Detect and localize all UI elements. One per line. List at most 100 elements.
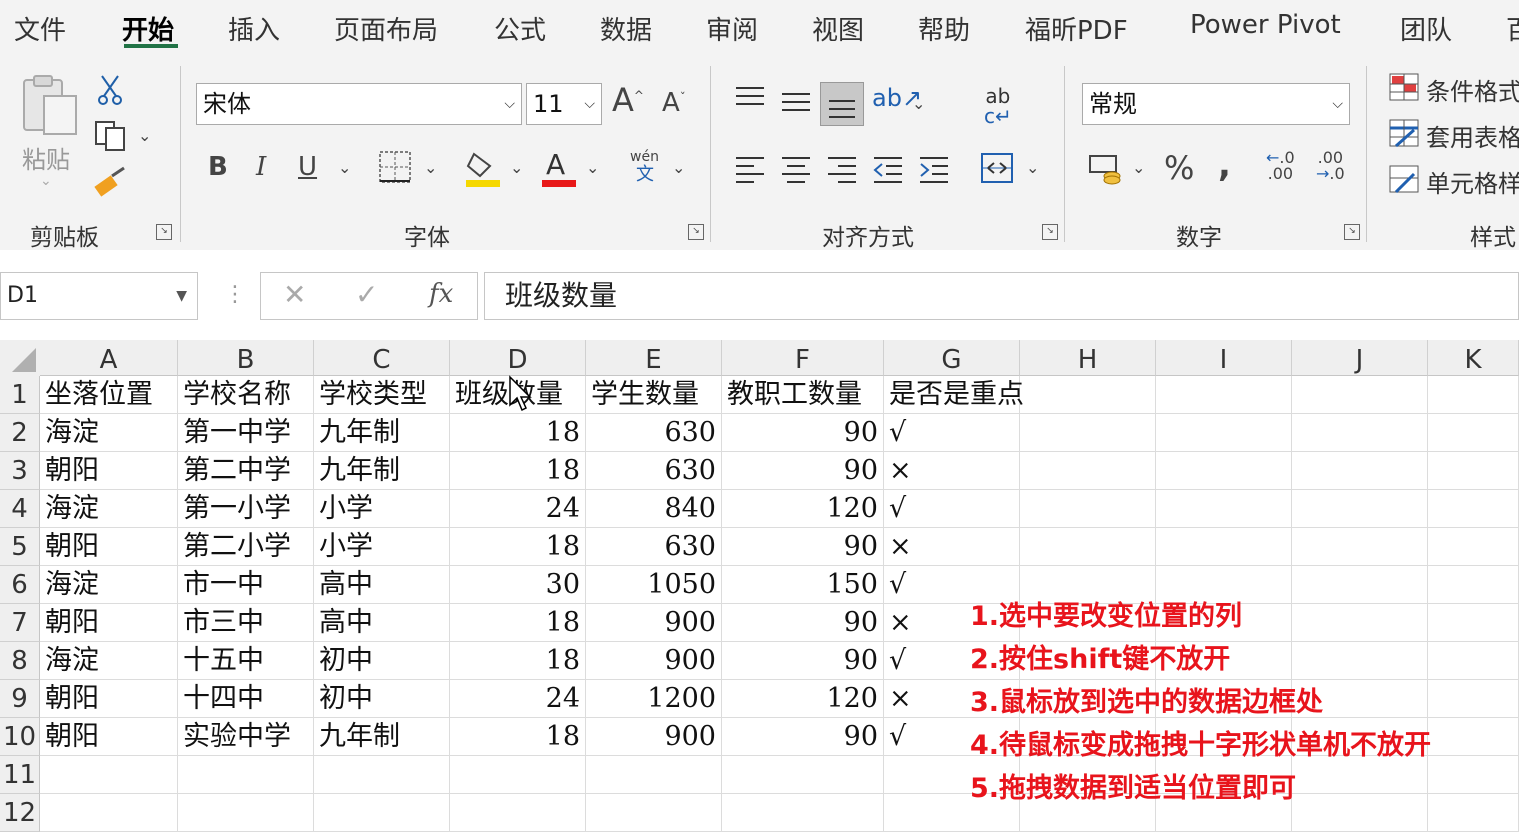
cell-H2[interactable] (1020, 414, 1156, 452)
cell-F1[interactable]: 教职工数量 (722, 376, 884, 414)
align-right-icon[interactable] (826, 154, 858, 184)
cell-K4[interactable] (1428, 490, 1519, 528)
cell-F5[interactable]: 90 (722, 528, 884, 566)
phonetic-dropdown-icon[interactable]: ⌄ (672, 160, 685, 176)
fill-color-icon[interactable] (464, 148, 502, 188)
cell-A7[interactable]: 朝阳 (40, 604, 178, 642)
font-name-select[interactable]: 宋体 ⌵ (196, 83, 522, 125)
tab-file[interactable]: 文件 (14, 10, 66, 47)
cell-A12[interactable] (40, 794, 178, 832)
cell-E3[interactable]: 630 (586, 452, 722, 490)
cell-K8[interactable] (1428, 642, 1519, 680)
column-header-b[interactable]: B (178, 340, 314, 376)
wrap-text-icon[interactable]: ab c↵ (984, 86, 1012, 126)
cell-K11[interactable] (1428, 756, 1519, 794)
borders-icon[interactable] (378, 150, 412, 184)
orientation-dropdown-icon[interactable]: ⌄ (912, 96, 925, 112)
cell-D7[interactable]: 18 (450, 604, 586, 642)
cell-D6[interactable]: 30 (450, 566, 586, 604)
copy-dropdown-icon[interactable]: ⌄ (138, 128, 151, 144)
cell-B2[interactable]: 第一中学 (178, 414, 314, 452)
tab-view[interactable]: 视图 (812, 10, 864, 47)
name-box[interactable]: D1 ▼ (0, 272, 198, 320)
insert-function-icon[interactable]: fx (429, 281, 453, 307)
row-header-12[interactable]: 12 (0, 794, 40, 832)
cell-C2[interactable]: 九年制 (314, 414, 450, 452)
tab-foxit-pdf[interactable]: 福昕PDF (1025, 10, 1128, 47)
cell-G2[interactable]: √ (884, 414, 1020, 452)
cell-D11[interactable] (450, 756, 586, 794)
cell-D8[interactable]: 18 (450, 642, 586, 680)
cell-J5[interactable] (1292, 528, 1428, 566)
cell-A5[interactable]: 朝阳 (40, 528, 178, 566)
row-header-6[interactable]: 6 (0, 566, 40, 604)
select-all-icon[interactable] (0, 340, 40, 376)
cell-K9[interactable] (1428, 680, 1519, 718)
conditional-formatting-icon[interactable] (1388, 72, 1420, 102)
align-center-icon[interactable] (780, 154, 812, 184)
borders-dropdown-icon[interactable]: ⌄ (424, 160, 437, 176)
cell-F6[interactable]: 150 (722, 566, 884, 604)
tab-help[interactable]: 帮助 (918, 10, 970, 47)
row-header-2[interactable]: 2 (0, 414, 40, 452)
cell-F8[interactable]: 90 (722, 642, 884, 680)
cell-C10[interactable]: 九年制 (314, 718, 450, 756)
formula-input[interactable]: 班级数量 (484, 272, 1519, 320)
cell-C11[interactable] (314, 756, 450, 794)
cell-K3[interactable] (1428, 452, 1519, 490)
cell-C12[interactable] (314, 794, 450, 832)
cell-F7[interactable]: 90 (722, 604, 884, 642)
column-header-j[interactable]: J (1292, 340, 1428, 376)
tab-data[interactable]: 数据 (600, 10, 652, 47)
cell-D12[interactable] (450, 794, 586, 832)
cell-G1[interactable]: 是否是重点 (884, 376, 1024, 414)
cell-K1[interactable] (1428, 376, 1519, 414)
copy-icon[interactable] (94, 120, 128, 152)
cell-A11[interactable] (40, 756, 178, 794)
cell-B3[interactable]: 第二中学 (178, 452, 314, 490)
cell-B12[interactable] (178, 794, 314, 832)
row-header-8[interactable]: 8 (0, 642, 40, 680)
cell-J4[interactable] (1292, 490, 1428, 528)
cell-styles-icon[interactable] (1388, 164, 1420, 194)
cell-F12[interactable] (722, 794, 884, 832)
column-header-k[interactable]: K (1428, 340, 1519, 376)
cell-K5[interactable] (1428, 528, 1519, 566)
cell-C1[interactable]: 学校类型 (314, 376, 450, 414)
cell-E7[interactable]: 900 (586, 604, 722, 642)
chevron-down-icon[interactable]: ⌄ (40, 174, 52, 188)
cell-G4[interactable]: √ (884, 490, 1020, 528)
merge-dropdown-icon[interactable]: ⌄ (1026, 160, 1039, 176)
enter-check-icon[interactable]: ✓ (355, 281, 378, 309)
column-header-d[interactable]: D (450, 340, 586, 376)
cell-I5[interactable] (1156, 528, 1292, 566)
cell-C5[interactable]: 小学 (314, 528, 450, 566)
column-header-e[interactable]: E (586, 340, 722, 376)
cell-D4[interactable]: 24 (450, 490, 586, 528)
column-header-h[interactable]: H (1020, 340, 1156, 376)
cell-B4[interactable]: 第一小学 (178, 490, 314, 528)
dialog-launcher-icon[interactable]: ↘ (156, 224, 172, 240)
cell-D3[interactable]: 18 (450, 452, 586, 490)
row-header-3[interactable]: 3 (0, 452, 40, 490)
cell-C4[interactable]: 小学 (314, 490, 450, 528)
row-header-10[interactable]: 10 (0, 718, 40, 756)
cell-E12[interactable] (586, 794, 722, 832)
cell-A8[interactable]: 海淀 (40, 642, 178, 680)
cell-F2[interactable]: 90 (722, 414, 884, 452)
merge-center-icon[interactable] (980, 152, 1014, 184)
cell-B6[interactable]: 市一中 (178, 566, 314, 604)
accounting-dropdown-icon[interactable]: ⌄ (1132, 160, 1145, 176)
cell-J3[interactable] (1292, 452, 1428, 490)
cell-D10[interactable]: 18 (450, 718, 586, 756)
cell-H3[interactable] (1020, 452, 1156, 490)
cell-J8[interactable] (1292, 642, 1428, 680)
cell-E6[interactable]: 1050 (586, 566, 722, 604)
underline-dropdown-icon[interactable]: ⌄ (338, 160, 351, 176)
align-bottom-button[interactable] (820, 82, 864, 126)
decrease-indent-icon[interactable] (872, 154, 904, 184)
cell-K12[interactable] (1428, 794, 1519, 832)
cell-D9[interactable]: 24 (450, 680, 586, 718)
phonetic-guide-label[interactable]: wén (630, 150, 659, 164)
cell-C6[interactable]: 高中 (314, 566, 450, 604)
